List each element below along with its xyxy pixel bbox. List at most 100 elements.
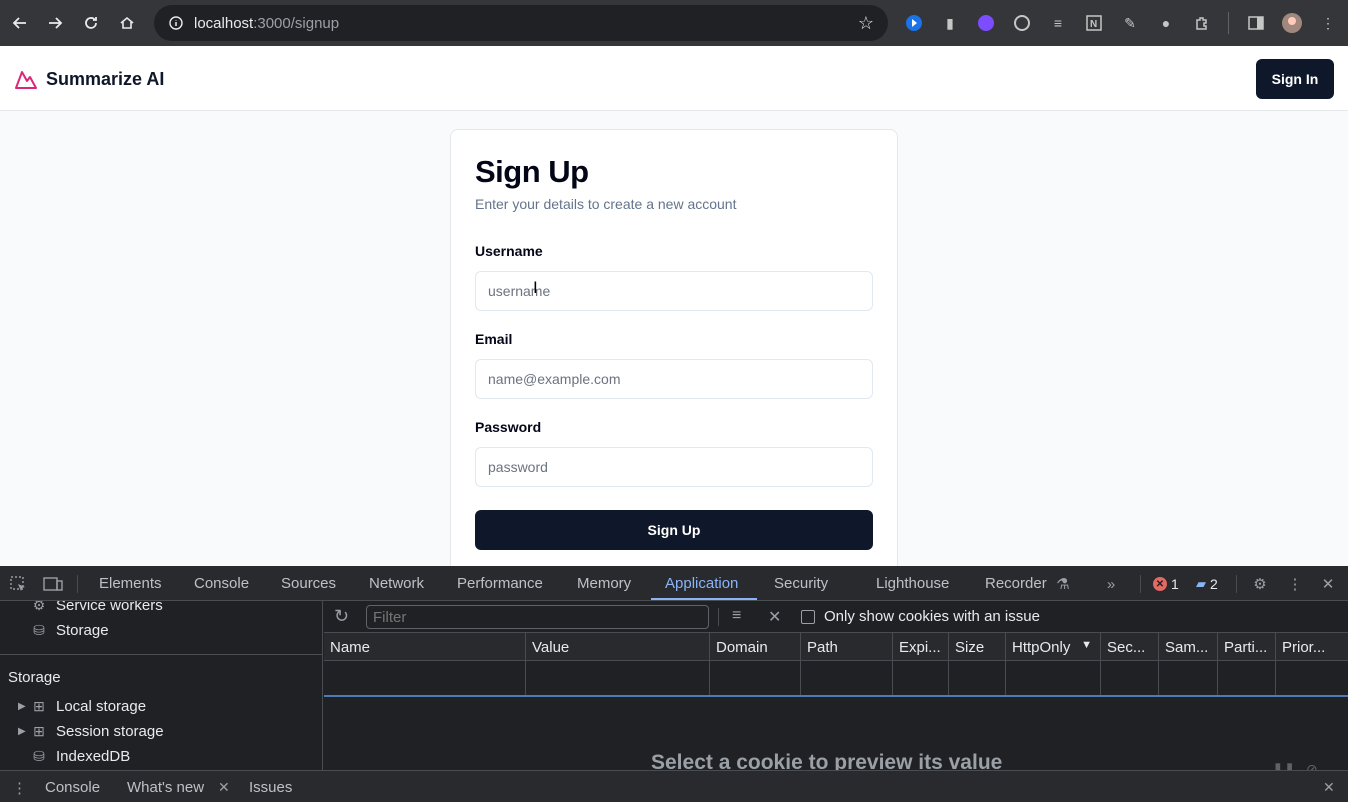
- extension-icon[interactable]: ▮: [939, 12, 961, 34]
- device-toolbar-icon[interactable]: [43, 574, 63, 594]
- column-header-name[interactable]: Name: [324, 633, 526, 661]
- tab-security[interactable]: Security: [774, 575, 828, 592]
- extension-icon[interactable]: [975, 12, 997, 34]
- close-drawer-icon[interactable]: ✕: [1323, 779, 1335, 796]
- tab-application[interactable]: Application: [665, 575, 738, 592]
- flask-icon: ⚗: [1056, 576, 1070, 593]
- tab-network[interactable]: Network: [369, 575, 424, 592]
- table-cell: [893, 661, 949, 695]
- tab-divider: [77, 575, 78, 593]
- inspect-element-icon[interactable]: [8, 574, 28, 594]
- sidebar-item-label: Session storage: [56, 723, 164, 740]
- sidebar-item-label: Service workers: [56, 601, 163, 614]
- column-header-partition[interactable]: Parti...: [1218, 633, 1276, 661]
- only-issue-label: Only show cookies with an issue: [824, 608, 1040, 625]
- drawer-tab-whats-new[interactable]: What's new: [127, 779, 204, 796]
- column-header-value[interactable]: Value: [526, 633, 710, 661]
- password-input[interactable]: [475, 447, 873, 487]
- sign-in-button[interactable]: Sign In: [1256, 59, 1334, 99]
- drawer-tab-console[interactable]: Console: [45, 779, 100, 796]
- expand-triangle-icon[interactable]: ▶: [18, 726, 26, 737]
- settings-gear-icon[interactable]: ⚙: [1250, 574, 1270, 594]
- column-header-httponly[interactable]: HttpOnly ▼: [1006, 633, 1101, 661]
- tab-sources[interactable]: Sources: [281, 575, 336, 592]
- extension-icon[interactable]: [1011, 12, 1033, 34]
- table-cell: [710, 661, 801, 695]
- tab-recorder[interactable]: Recorder: [985, 575, 1047, 592]
- application-sidebar: ⚙ Service workers ⛁ Storage Storage ▶ ⊞ …: [0, 601, 323, 770]
- column-header-secure[interactable]: Sec...: [1101, 633, 1159, 661]
- sidebar-item-service-workers[interactable]: ⚙ Service workers: [30, 601, 163, 614]
- toolbar-divider: [1228, 12, 1229, 34]
- sidebar-divider: [0, 654, 322, 655]
- close-devtools-icon[interactable]: ✕: [1318, 574, 1338, 594]
- menu-icon[interactable]: ⋮: [1317, 12, 1339, 34]
- column-header-expires[interactable]: Expi...: [893, 633, 949, 661]
- devtools-panel: Elements Console Sources Network Perform…: [0, 566, 1348, 802]
- column-header-samesite[interactable]: Sam...: [1159, 633, 1218, 661]
- toolbar-divider: [718, 608, 719, 626]
- close-tab-icon[interactable]: ✕: [218, 779, 230, 796]
- page-subtitle: Enter your details to create a new accou…: [475, 196, 737, 212]
- clear-filtered-icon[interactable]: ≡: [732, 607, 741, 625]
- column-header-path[interactable]: Path: [801, 633, 893, 661]
- sidebar-item-storage[interactable]: ⛁ Storage: [30, 622, 108, 639]
- address-bar[interactable]: localhost:3000/signup ☆: [154, 5, 888, 41]
- more-tabs-icon[interactable]: »: [1101, 574, 1121, 594]
- refresh-icon[interactable]: ↻: [334, 606, 349, 627]
- sidebar-item-session-storage[interactable]: ⊞ Session storage: [30, 723, 164, 740]
- puzzle-icon[interactable]: [1191, 12, 1213, 34]
- svg-text:N: N: [1090, 19, 1097, 30]
- back-icon[interactable]: [2, 5, 38, 41]
- message-count-badge[interactable]: ▰ 2: [1196, 576, 1218, 592]
- star-icon[interactable]: ☆: [858, 13, 874, 34]
- eyedropper-icon[interactable]: ✎: [1119, 12, 1141, 34]
- sidebar-item-local-storage[interactable]: ⊞ Local storage: [30, 698, 146, 715]
- devtools-drawer: ⋮ Console What's new ✕ Issues ✕: [0, 770, 1348, 802]
- forward-icon[interactable]: [37, 5, 73, 41]
- reload-icon[interactable]: [73, 5, 109, 41]
- extension-icon[interactable]: [903, 12, 925, 34]
- sidebar-item-indexeddb[interactable]: ⛁ IndexedDB: [30, 748, 130, 765]
- ghost-icon[interactable]: ●: [1155, 12, 1177, 34]
- table-cell: [526, 661, 710, 695]
- tab-performance[interactable]: Performance: [457, 575, 543, 592]
- more-options-icon[interactable]: ⋮: [1285, 574, 1305, 594]
- filter-input[interactable]: [366, 605, 709, 629]
- sidebar-item-label: IndexedDB: [56, 748, 131, 765]
- drawer-tab-issues[interactable]: Issues: [249, 779, 292, 796]
- drawer-menu-icon[interactable]: ⋮: [12, 779, 27, 797]
- table-cell: [1101, 661, 1159, 695]
- home-icon[interactable]: [109, 5, 145, 41]
- email-input[interactable]: [475, 359, 873, 399]
- info-icon[interactable]: [158, 16, 194, 30]
- table-cell: [801, 661, 893, 695]
- sidebar-icon[interactable]: [1245, 12, 1267, 34]
- notion-icon[interactable]: N: [1083, 12, 1105, 34]
- tab-lighthouse[interactable]: Lighthouse: [876, 575, 949, 592]
- table-row[interactable]: [324, 661, 1348, 697]
- tab-memory[interactable]: Memory: [577, 575, 631, 592]
- message-icon: ▰: [1196, 576, 1206, 591]
- column-header-domain[interactable]: Domain: [710, 633, 801, 661]
- clear-all-icon[interactable]: ✕: [768, 607, 781, 627]
- gear-icon: ⚙: [32, 601, 46, 613]
- column-header-priority[interactable]: Prior...: [1276, 633, 1348, 661]
- error-count-badge[interactable]: ✕ 1: [1153, 576, 1179, 592]
- profile-avatar[interactable]: [1281, 12, 1303, 34]
- only-issue-checkbox[interactable]: [801, 610, 815, 624]
- database-icon: ⛁: [33, 748, 45, 764]
- app-header: Summarize AI Sign In: [0, 46, 1348, 111]
- tab-elements[interactable]: Elements: [99, 575, 162, 592]
- table-icon: ⊞: [33, 723, 45, 739]
- tab-console[interactable]: Console: [194, 575, 249, 592]
- table-cell: [949, 661, 1006, 695]
- devtools-tabbar: Elements Console Sources Network Perform…: [0, 566, 1348, 601]
- column-header-size[interactable]: Size: [949, 633, 1006, 661]
- column-header-label: HttpOnly: [1012, 639, 1071, 656]
- active-tab-indicator: [651, 598, 757, 600]
- sign-up-button[interactable]: Sign Up: [475, 510, 873, 550]
- brand-name[interactable]: Summarize AI: [46, 69, 164, 90]
- expand-triangle-icon[interactable]: ▶: [18, 701, 26, 712]
- extension-icon[interactable]: ≡: [1047, 12, 1069, 34]
